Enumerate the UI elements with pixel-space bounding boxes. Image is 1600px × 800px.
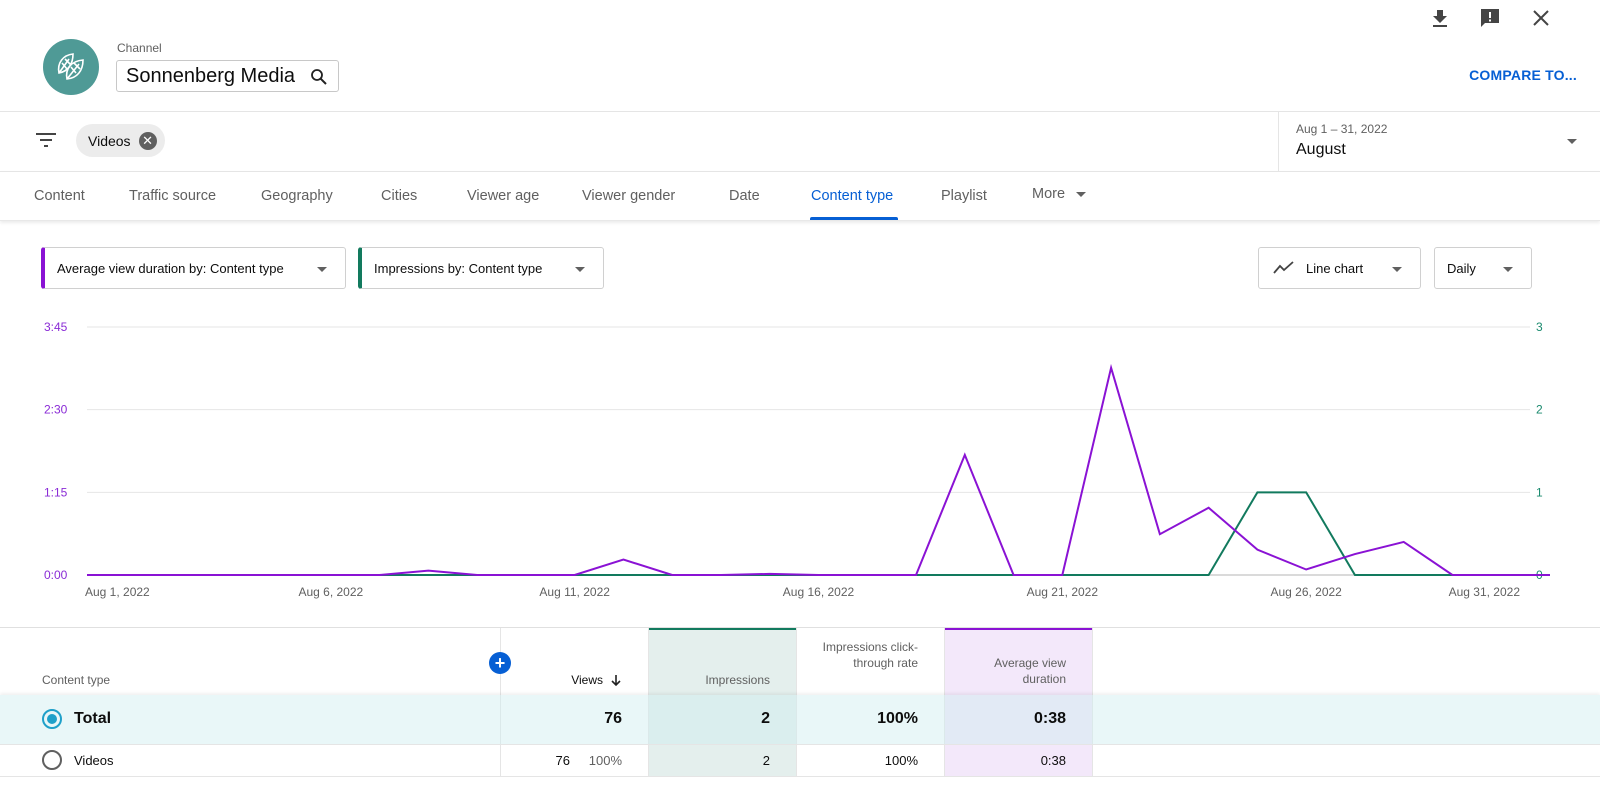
videos-impressions: 2: [762, 753, 770, 768]
tab-geography[interactable]: Geography: [261, 188, 333, 204]
x-tick-label: Aug 1, 2022: [85, 585, 150, 599]
videos-views: 76: [555, 753, 570, 768]
views-header[interactable]: Views: [520, 672, 622, 688]
search-icon[interactable]: [310, 68, 328, 86]
x-tick-label: Aug 6, 2022: [298, 585, 363, 599]
videos-ctr: 100%: [884, 753, 918, 768]
tab-viewer-age[interactable]: Viewer age: [467, 188, 539, 204]
y-left-tick-label: 2:30: [44, 403, 68, 417]
tab-cities[interactable]: Cities: [381, 188, 417, 204]
close-icon: [1533, 10, 1549, 26]
x-tick-label: Aug 11, 2022: [539, 585, 610, 599]
add-metric-button[interactable]: +: [489, 652, 511, 674]
views-header-label: Views: [571, 673, 603, 687]
x-tick-label: Aug 26, 2022: [1270, 585, 1342, 599]
download-button[interactable]: [1428, 6, 1452, 30]
sort-down-icon: [611, 674, 621, 686]
total-views: 76: [604, 710, 622, 727]
secondary-metric-label: Impressions by: Content type: [374, 260, 543, 276]
radio-videos[interactable]: [42, 750, 62, 770]
total-impressions: 2: [761, 710, 770, 727]
date-range-label: August: [1296, 141, 1346, 158]
videos-views-percent: 100%: [588, 753, 622, 768]
row-label: Videos: [74, 753, 114, 768]
tab-more[interactable]: More: [1032, 186, 1087, 202]
chevron-down-icon: [1392, 267, 1402, 272]
channel-avatar: [43, 39, 99, 95]
chart-type-select[interactable]: Line chart: [1258, 247, 1421, 289]
granularity-select[interactable]: Daily: [1434, 247, 1532, 289]
primary-metric-select[interactable]: Average view duration by: Content type: [41, 247, 346, 289]
channel-name: Sonnenberg Media: [126, 64, 296, 87]
chevron-down-icon: [1076, 191, 1087, 197]
download-icon: [1433, 10, 1447, 27]
x-tick-label: Aug 16, 2022: [783, 585, 855, 599]
close-button[interactable]: [1529, 6, 1553, 30]
compare-to-button[interactable]: COMPARE TO...: [1469, 67, 1577, 83]
dimension-header: Content type: [42, 673, 111, 687]
remove-chip-icon[interactable]: ✕: [138, 131, 157, 150]
feedback-icon: [1481, 9, 1499, 27]
x-tick-label: Aug 21, 2022: [1027, 585, 1099, 599]
impressions-header[interactable]: Impressions: [656, 672, 770, 688]
tab-viewer-gender[interactable]: Viewer gender: [582, 188, 675, 204]
tab-more-label: More: [1032, 186, 1066, 202]
tab-date[interactable]: Date: [729, 188, 760, 204]
x-tick-label: Aug 31, 2022: [1449, 585, 1521, 599]
avd-series-line: [87, 363, 1550, 576]
y-right-tick-label: 1: [1536, 485, 1543, 499]
active-tab-indicator: [810, 217, 898, 220]
y-left-tick-label: 1:15: [44, 485, 68, 499]
channel-search-field[interactable]: Sonnenberg Media: [116, 60, 339, 92]
table-top-border: [0, 627, 1600, 628]
avd-header[interactable]: Average view duration: [976, 655, 1066, 687]
tab-playlist[interactable]: Playlist: [941, 188, 987, 204]
chip-label: Videos: [88, 132, 131, 149]
secondary-metric-select[interactable]: Impressions by: Content type: [358, 247, 604, 289]
y-left-tick-label: 0:00: [44, 568, 68, 582]
filter-icon[interactable]: [36, 132, 56, 148]
chevron-down-icon: [1503, 267, 1513, 272]
table-row-videos[interactable]: [0, 745, 1600, 776]
date-range-picker[interactable]: Aug 1 – 31, 2022 August: [1278, 112, 1600, 171]
chart-type-label: Line chart: [1306, 260, 1364, 276]
radio-total[interactable]: [42, 709, 62, 729]
tab-bar: [0, 171, 1600, 221]
tab-traffic-source[interactable]: Traffic source: [129, 188, 216, 204]
total-avd: 0:38: [1033, 710, 1066, 727]
row-divider: [0, 776, 1600, 777]
date-range-sub: Aug 1 – 31, 2022: [1296, 122, 1388, 136]
line-chart-icon: [1273, 261, 1294, 274]
tab-content-type[interactable]: Content type: [811, 188, 893, 204]
chevron-down-icon: [575, 267, 585, 272]
filter-chip-videos[interactable]: Videos ✕: [76, 124, 165, 157]
plus-icon: +: [494, 653, 506, 673]
line-chart: 0:001:152:303:45 0123 Aug 1, 2022 Aug 6, …: [44, 320, 1551, 599]
y-right-tick-label: 2: [1536, 403, 1543, 417]
channel-label: Channel: [117, 41, 162, 55]
ctr-header[interactable]: Impressions click-through rate: [804, 639, 918, 671]
feedback-button[interactable]: [1478, 6, 1502, 30]
row-label: Total: [74, 710, 112, 727]
y-right-tick-label: 3: [1536, 320, 1543, 334]
chevron-down-icon: [317, 267, 327, 272]
y-left-tick-label: 3:45: [44, 320, 68, 334]
granularity-label: Daily: [1447, 260, 1476, 276]
chevron-down-icon: [1567, 139, 1577, 144]
total-ctr: 100%: [877, 710, 918, 727]
table-row-total[interactable]: [0, 695, 1600, 744]
primary-metric-label: Average view duration by: Content type: [57, 260, 284, 276]
videos-avd: 0:38: [1040, 753, 1066, 768]
tab-content[interactable]: Content: [34, 188, 85, 204]
leaf-logo-icon: [57, 53, 84, 80]
